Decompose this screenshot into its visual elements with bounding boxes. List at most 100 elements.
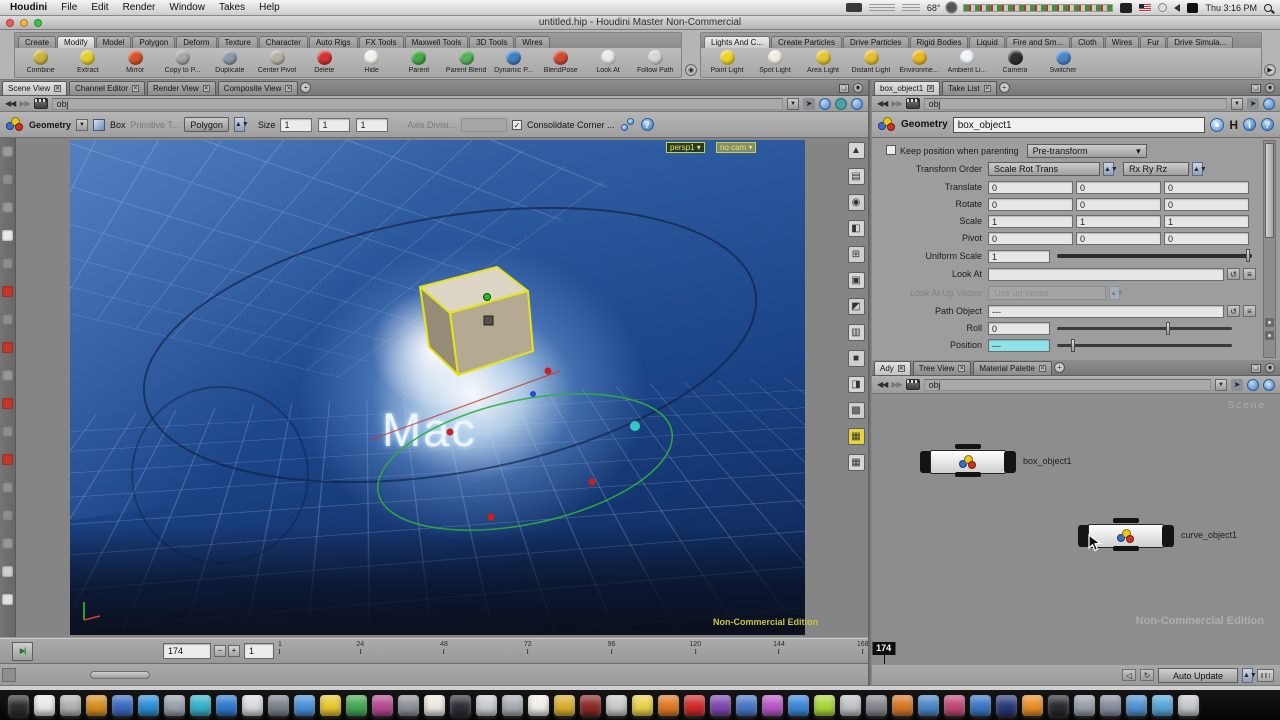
tool-icon[interactable] bbox=[2, 510, 13, 521]
node-output-connector[interactable] bbox=[1113, 546, 1139, 551]
shelf-tool[interactable]: Center Pivot bbox=[254, 50, 299, 74]
slider-knob[interactable] bbox=[1166, 322, 1170, 335]
transform-order-dropdown[interactable]: Scale Rot Trans bbox=[988, 162, 1100, 176]
shelf-nav-button[interactable]: ◉ bbox=[685, 64, 697, 76]
pane-tab[interactable]: Composite View ✕ bbox=[218, 81, 299, 95]
dock-app-icon[interactable] bbox=[892, 695, 913, 716]
dock-app-icon[interactable] bbox=[1178, 695, 1199, 716]
dock-app-icon[interactable] bbox=[970, 695, 991, 716]
camera-persp-badge[interactable]: persp1 ▾ bbox=[666, 142, 705, 153]
dock-app-icon[interactable] bbox=[710, 695, 731, 716]
scale-field[interactable]: 1 bbox=[988, 215, 1073, 228]
shelf-tool[interactable]: Combine bbox=[18, 50, 63, 74]
dock-app-icon[interactable] bbox=[398, 695, 419, 716]
rotate-field[interactable]: 0 bbox=[1076, 198, 1161, 211]
shelf-tab[interactable]: Create Particles bbox=[771, 36, 842, 48]
viewport-tool-icon[interactable]: ■ bbox=[848, 350, 865, 367]
keep-position-checkbox[interactable] bbox=[886, 145, 896, 155]
auto-update-dropdown[interactable]: Auto Update bbox=[1158, 668, 1238, 683]
pane-tab[interactable]: Scene View ✕ bbox=[2, 81, 67, 95]
tool-icon[interactable] bbox=[2, 566, 13, 577]
dock-app-icon[interactable] bbox=[34, 695, 55, 716]
list-icon[interactable]: ≡ bbox=[1243, 305, 1256, 317]
menu-item[interactable]: Render bbox=[123, 2, 156, 13]
dock-app-icon[interactable] bbox=[112, 695, 133, 716]
atom-icon[interactable] bbox=[620, 118, 636, 132]
shelf-tool[interactable]: Point Light bbox=[704, 50, 750, 74]
tool-icon[interactable] bbox=[2, 258, 13, 269]
rotate-field[interactable]: 0 bbox=[988, 198, 1073, 211]
shelf-tool[interactable]: Hide bbox=[349, 50, 394, 74]
sphere-icon[interactable] bbox=[851, 98, 863, 110]
viewport-tool-icon[interactable]: ◧ bbox=[848, 220, 865, 237]
dock-app-icon[interactable] bbox=[216, 695, 237, 716]
playback-button[interactable]: ▶| bbox=[12, 642, 33, 661]
dock-app-icon[interactable] bbox=[424, 695, 445, 716]
path-object-field[interactable]: --- bbox=[988, 305, 1224, 318]
dock-app-icon[interactable] bbox=[658, 695, 679, 716]
shelf-tab[interactable]: Maxwell Tools bbox=[405, 36, 469, 48]
spinner-icon[interactable]: ▲▼ bbox=[1192, 162, 1203, 176]
dock-app-icon[interactable] bbox=[476, 695, 497, 716]
menu-item[interactable]: Window bbox=[169, 2, 205, 13]
tool-icon[interactable] bbox=[2, 398, 13, 409]
size-field[interactable]: 1 bbox=[356, 118, 388, 132]
window-titlebar[interactable]: untitled.hip - Houdini Master Non-Commer… bbox=[0, 16, 1280, 30]
forward-arrow-icon[interactable]: ▶▶ bbox=[19, 99, 29, 108]
shelf-tool[interactable]: Delete bbox=[302, 50, 347, 74]
app-status-icon[interactable] bbox=[1187, 3, 1198, 13]
node-body[interactable] bbox=[930, 450, 1006, 474]
help-icon[interactable]: ? bbox=[1261, 118, 1274, 131]
context-icon[interactable] bbox=[906, 98, 920, 109]
dock-app-icon[interactable] bbox=[164, 695, 185, 716]
roll-slider[interactable] bbox=[1057, 327, 1232, 330]
close-tab-icon[interactable]: ✕ bbox=[1039, 365, 1046, 372]
shelf-tool[interactable]: Area Light bbox=[800, 50, 846, 74]
houdini-help-icon[interactable]: H bbox=[1229, 118, 1238, 132]
context-dropdown-icon[interactable]: ▼ bbox=[76, 119, 88, 131]
viewport-tool-icon[interactable]: ◩ bbox=[848, 298, 865, 315]
viewport-tool-icon[interactable]: ▤ bbox=[848, 168, 865, 185]
tool-icon[interactable] bbox=[2, 146, 13, 157]
timeline-playhead[interactable]: 174 bbox=[872, 642, 895, 655]
rotate-field[interactable]: 0 bbox=[1164, 198, 1249, 211]
back-arrow-icon[interactable]: ◀◀ bbox=[877, 99, 887, 108]
spinner-icon[interactable]: ▲▼ bbox=[1103, 162, 1114, 176]
dock-app-icon[interactable] bbox=[1100, 695, 1121, 716]
dock-app-icon[interactable] bbox=[996, 695, 1017, 716]
dock-app-icon[interactable] bbox=[684, 695, 705, 716]
viewport-tool-icon[interactable]: ◨ bbox=[848, 376, 865, 393]
shelf-tool[interactable]: Copy to P... bbox=[160, 50, 205, 74]
tool-icon[interactable] bbox=[2, 230, 13, 241]
dock-app-icon[interactable] bbox=[502, 695, 523, 716]
update-icon[interactable] bbox=[819, 98, 831, 110]
dock-app-icon[interactable] bbox=[242, 695, 263, 716]
close-tab-icon[interactable]: ✕ bbox=[203, 85, 210, 92]
viewport-tool-icon[interactable]: ▦ bbox=[848, 454, 865, 471]
shelf-tab[interactable]: Drive Particles bbox=[843, 36, 909, 48]
menu-item[interactable]: Takes bbox=[219, 2, 245, 13]
node-name-field[interactable]: box_object1 bbox=[953, 117, 1206, 133]
tool-icon[interactable] bbox=[2, 314, 13, 325]
frame-increment-button[interactable]: + bbox=[228, 645, 240, 657]
viewport-tool-icon[interactable]: ▦ bbox=[848, 428, 865, 445]
dock-app-icon[interactable] bbox=[294, 695, 315, 716]
viewport-tool-icon[interactable]: ▩ bbox=[848, 402, 865, 419]
dock-app-icon[interactable] bbox=[372, 695, 393, 716]
maximize-pane-icon[interactable]: ❏ bbox=[839, 84, 849, 93]
info-icon[interactable]: i bbox=[1243, 118, 1256, 131]
shelf-tool[interactable]: Camera bbox=[992, 50, 1038, 74]
cpu-activity-graph[interactable] bbox=[963, 4, 1113, 12]
shelf-tool[interactable]: Parent bbox=[396, 50, 441, 74]
dock-app-icon[interactable] bbox=[450, 695, 471, 716]
shelf-tool[interactable]: Switcher bbox=[1040, 50, 1086, 74]
shelf-tool[interactable]: Environme... bbox=[896, 50, 942, 74]
roll-field[interactable]: 0 bbox=[988, 322, 1050, 335]
pane-tab[interactable]: Render View ✕ bbox=[147, 81, 216, 95]
pivot-field[interactable]: 0 bbox=[988, 232, 1073, 245]
shelf-tab[interactable]: Polygon bbox=[132, 36, 175, 48]
viewport-tool-icon[interactable]: ▥ bbox=[848, 324, 865, 341]
search-icon[interactable]: ⌾ bbox=[1263, 379, 1275, 391]
audio-icon[interactable]: ◁ bbox=[1122, 669, 1136, 681]
dock-app-icon[interactable] bbox=[190, 695, 211, 716]
